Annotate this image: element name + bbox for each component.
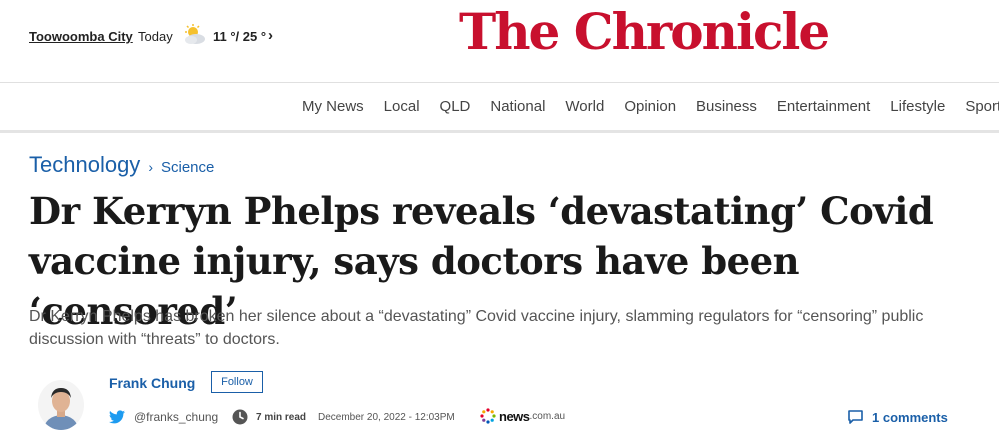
twitter-icon[interactable] bbox=[109, 410, 125, 424]
author-name[interactable]: Frank Chung bbox=[109, 375, 195, 391]
temperature: 11 °/ 25 ° bbox=[213, 29, 267, 44]
breadcrumb: Technology › Science bbox=[29, 152, 214, 178]
nav-item-local[interactable]: Local bbox=[384, 98, 420, 118]
twitter-handle[interactable]: @franks_chung bbox=[134, 410, 218, 424]
news-com-au-logo[interactable]: news .com.au bbox=[480, 408, 565, 424]
chevron-right-icon[interactable]: › bbox=[268, 27, 273, 44]
nav-item-lifestyle[interactable]: Lifestyle bbox=[890, 98, 945, 118]
nav-item-sport[interactable]: Sport bbox=[965, 98, 999, 118]
location-link[interactable]: Toowoomba City bbox=[29, 29, 133, 44]
comment-icon[interactable] bbox=[848, 410, 863, 424]
news-logo-word: news bbox=[499, 408, 530, 424]
clock-icon bbox=[232, 409, 248, 425]
top-bar: Toowoomba City Today 11 °/ 25 ° › The Ch… bbox=[0, 0, 999, 82]
nav-item-world[interactable]: World bbox=[565, 98, 604, 118]
site-logo[interactable]: The Chronicle bbox=[459, 0, 830, 64]
news-logo-tld: .com.au bbox=[529, 410, 566, 422]
partly-cloudy-icon bbox=[185, 24, 205, 44]
read-time: 7 min read bbox=[256, 412, 307, 423]
divider bbox=[0, 130, 999, 133]
today-label: Today bbox=[138, 29, 173, 44]
main-nav: My News Local QLD National World Opinion… bbox=[302, 98, 999, 118]
breadcrumb-section[interactable]: Technology bbox=[29, 152, 140, 178]
article-standfirst: Dr Kerryn Phelps has broken her silence … bbox=[29, 308, 924, 348]
breadcrumb-subsection[interactable]: Science bbox=[161, 159, 214, 176]
chevron-right-icon: › bbox=[148, 159, 153, 175]
news-dots-icon bbox=[480, 408, 496, 424]
nav-item-national[interactable]: National bbox=[490, 98, 545, 118]
author-avatar[interactable] bbox=[38, 380, 84, 430]
nav-item-my-news[interactable]: My News bbox=[302, 98, 364, 118]
nav-item-entertainment[interactable]: Entertainment bbox=[777, 98, 870, 118]
nav-item-business[interactable]: Business bbox=[696, 98, 757, 118]
divider bbox=[0, 82, 999, 83]
nav-item-qld[interactable]: QLD bbox=[440, 98, 471, 118]
publish-date: December 20, 2022 - 12:03PM bbox=[318, 412, 455, 423]
nav-item-opinion[interactable]: Opinion bbox=[624, 98, 676, 118]
follow-button[interactable]: Follow bbox=[211, 371, 263, 393]
comments-link[interactable]: 1 comments bbox=[872, 410, 948, 425]
